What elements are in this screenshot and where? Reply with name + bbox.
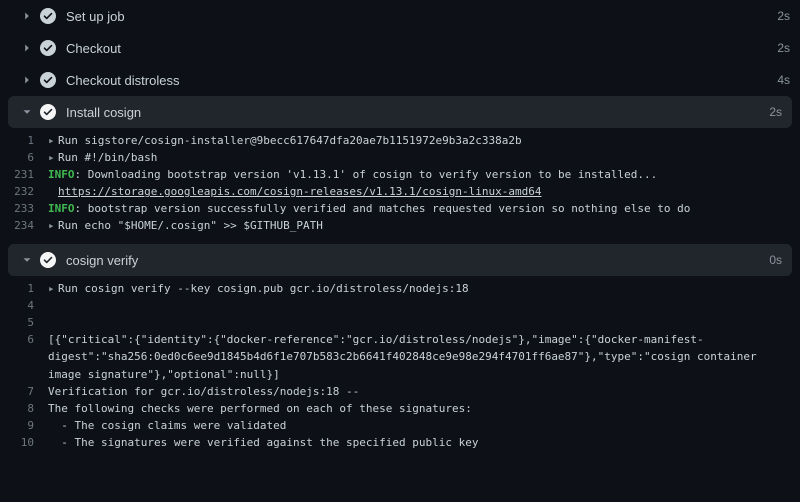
line-content	[44, 314, 790, 331]
check-circle-icon	[40, 72, 56, 88]
step-duration: 4s	[777, 73, 790, 87]
step-row-checkout[interactable]: Checkout 2s	[0, 32, 800, 64]
step-row-setup-job[interactable]: Set up job 2s	[0, 0, 800, 32]
line-content: Verification for gcr.io/distroless/nodej…	[44, 383, 790, 400]
step-row-install-cosign[interactable]: Install cosign 2s	[8, 96, 792, 128]
line-content: - The signatures were verified against t…	[44, 434, 790, 451]
log-line[interactable]: 7 Verification for gcr.io/distroless/nod…	[0, 383, 800, 400]
line-number: 234	[0, 217, 44, 234]
log-install-cosign: 1 ▸Run sigstore/cosign-installer@9becc61…	[0, 128, 800, 244]
step-duration: 2s	[777, 41, 790, 55]
log-line[interactable]: 233 INFO: bootstrap version successfully…	[0, 200, 800, 217]
line-number: 4	[0, 297, 44, 314]
line-content: INFO: Downloading bootstrap version 'v1.…	[44, 166, 790, 183]
step-label: Set up job	[66, 9, 777, 24]
line-number: 232	[0, 183, 44, 200]
check-circle-icon	[40, 40, 56, 56]
line-number: 10	[0, 434, 44, 451]
check-circle-icon	[40, 8, 56, 24]
step-label: Install cosign	[66, 105, 769, 120]
log-line[interactable]: 5	[0, 314, 800, 331]
log-line[interactable]: 1 ▸Run cosign verify --key cosign.pub gc…	[0, 280, 800, 297]
chevron-right-icon	[20, 73, 34, 87]
line-number: 1	[0, 132, 44, 149]
line-content: - The cosign claims were validated	[44, 417, 790, 434]
line-content: ▸Run echo "$HOME/.cosign" >> $GITHUB_PAT…	[44, 217, 790, 234]
line-number: 1	[0, 280, 44, 297]
line-number: 233	[0, 200, 44, 217]
line-content: ▸Run sigstore/cosign-installer@9becc6176…	[44, 132, 790, 149]
line-content: ▸Run #!/bin/bash	[44, 149, 790, 166]
step-label: cosign verify	[66, 253, 769, 268]
log-line[interactable]: 9 - The cosign claims were validated	[0, 417, 800, 434]
chevron-right-icon	[20, 9, 34, 23]
line-number: 8	[0, 400, 44, 417]
line-number: 6	[0, 149, 44, 166]
step-row-checkout-distroless[interactable]: Checkout distroless 4s	[0, 64, 800, 96]
log-line[interactable]: 1 ▸Run sigstore/cosign-installer@9becc61…	[0, 132, 800, 149]
line-content: The following checks were performed on e…	[44, 400, 790, 417]
log-line[interactable]: 6 ▸Run #!/bin/bash	[0, 149, 800, 166]
fold-caret-icon[interactable]: ▸	[48, 132, 58, 149]
line-content: [{"critical":{"identity":{"docker-refere…	[44, 331, 790, 382]
line-content: https://storage.googleapis.com/cosign-re…	[44, 183, 790, 200]
line-number: 5	[0, 314, 44, 331]
step-label: Checkout	[66, 41, 777, 56]
log-line[interactable]: 10 - The signatures were verified agains…	[0, 434, 800, 451]
log-line[interactable]: 231 INFO: Downloading bootstrap version …	[0, 166, 800, 183]
log-line[interactable]: 232 https://storage.googleapis.com/cosig…	[0, 183, 800, 200]
chevron-down-icon	[20, 105, 34, 119]
step-duration: 0s	[769, 253, 782, 267]
line-number: 7	[0, 383, 44, 400]
line-number: 6	[0, 331, 44, 382]
chevron-right-icon	[20, 41, 34, 55]
check-circle-icon	[40, 104, 56, 120]
log-line[interactable]: 4	[0, 297, 800, 314]
line-content	[44, 297, 790, 314]
fold-caret-icon[interactable]: ▸	[48, 217, 58, 234]
log-cosign-verify: 1 ▸Run cosign verify --key cosign.pub gc…	[0, 276, 800, 460]
step-label: Checkout distroless	[66, 73, 777, 88]
log-line[interactable]: 6 [{"critical":{"identity":{"docker-refe…	[0, 331, 800, 382]
log-line[interactable]: 8 The following checks were performed on…	[0, 400, 800, 417]
step-duration: 2s	[769, 105, 782, 119]
log-line[interactable]: 234 ▸Run echo "$HOME/.cosign" >> $GITHUB…	[0, 217, 800, 234]
fold-caret-icon[interactable]: ▸	[48, 149, 58, 166]
log-url[interactable]: https://storage.googleapis.com/cosign-re…	[58, 185, 541, 198]
line-number: 231	[0, 166, 44, 183]
step-row-cosign-verify[interactable]: cosign verify 0s	[8, 244, 792, 276]
chevron-down-icon	[20, 253, 34, 267]
step-duration: 2s	[777, 9, 790, 23]
fold-caret-icon[interactable]: ▸	[48, 280, 58, 297]
check-circle-icon	[40, 252, 56, 268]
line-number: 9	[0, 417, 44, 434]
line-content: ▸Run cosign verify --key cosign.pub gcr.…	[44, 280, 790, 297]
line-content: INFO: bootstrap version successfully ver…	[44, 200, 790, 217]
